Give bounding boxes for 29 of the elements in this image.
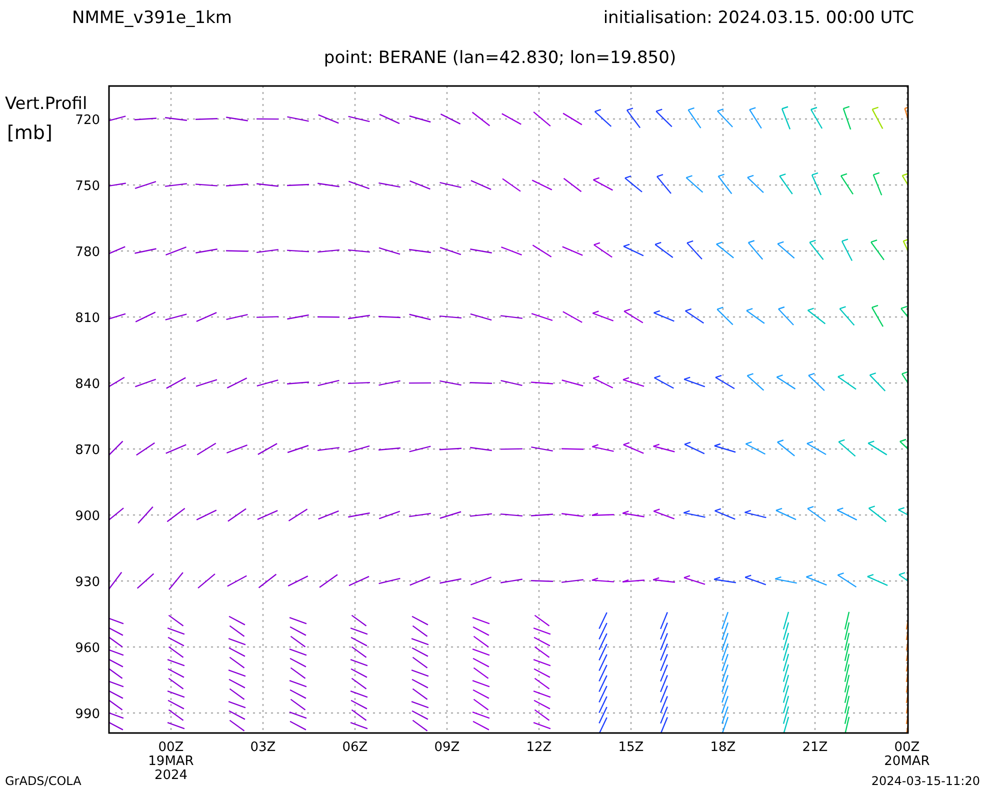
x-tick-label: 00Z [894, 740, 920, 755]
timestamp: 2024-03-15-11:20 [871, 774, 980, 788]
initialisation-time: initialisation: 2024.03.15. 00:00 UTC [603, 8, 914, 30]
y-tick-label: 900 [75, 509, 100, 524]
y-tick-label: 870 [75, 443, 100, 458]
x-tick-label: 21Z [802, 740, 828, 755]
model-name: NMME_v391e_1km [72, 8, 232, 30]
x-tick-label: 03Z [250, 740, 276, 755]
point-location: point: BERANE (lan=42.830; lon=19.850) [324, 48, 676, 68]
x-tick-label: 12Z [526, 740, 552, 755]
year-label: 2024 [154, 768, 188, 780]
date-label: 19MAR [148, 754, 194, 769]
y-tick-label: 990 [75, 707, 100, 722]
source-label: GrADS/COLA [5, 774, 82, 788]
y-tick-label: 750 [75, 179, 100, 194]
y-tick-label: 840 [75, 377, 100, 392]
y-tick-label: 960 [75, 641, 100, 656]
y-tick-label: 720 [75, 113, 100, 128]
x-tick-label: 18Z [710, 740, 736, 755]
y-tick-label: 930 [75, 575, 100, 590]
date-label: 20MAR [884, 754, 930, 769]
x-tick-label: 15Z [618, 740, 644, 755]
x-tick-label: 00Z [158, 740, 184, 755]
x-tick-label: 06Z [342, 740, 368, 755]
y-tick-label: 780 [75, 245, 100, 260]
x-tick-label: 09Z [434, 740, 460, 755]
axis-unit: [mb] [7, 122, 52, 144]
axis-title: Vert.Profil [5, 94, 88, 114]
y-tick-label: 810 [75, 311, 100, 326]
